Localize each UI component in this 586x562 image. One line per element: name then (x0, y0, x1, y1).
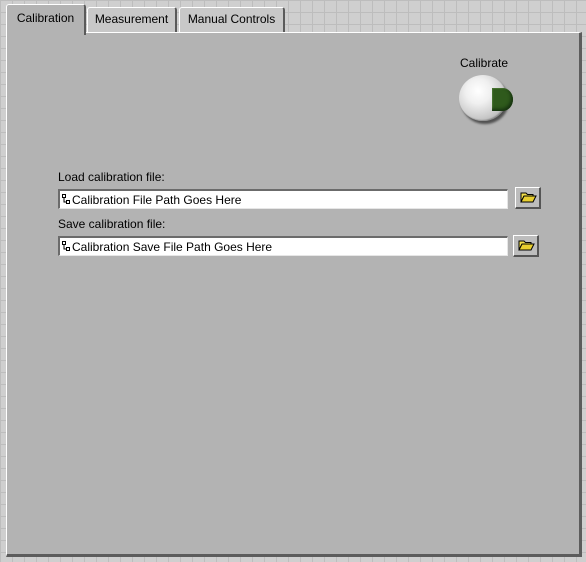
folder-open-icon (518, 240, 535, 251)
tab-label: Calibration (16, 11, 75, 25)
path-glyph-icon (62, 241, 70, 251)
save-browse-button[interactable] (513, 235, 539, 257)
tab-calibration[interactable]: Calibration (6, 4, 86, 35)
tab-label: Measurement (94, 12, 169, 26)
path-glyph-icon (62, 194, 70, 204)
tab-label: Manual Controls (187, 12, 276, 26)
load-browse-button[interactable] (515, 187, 541, 209)
load-calibration-path-input[interactable]: Calibration File Path Goes Here (58, 189, 508, 209)
calibrate-button[interactable] (459, 75, 513, 121)
load-calibration-path-value: Calibration File Path Goes Here (72, 193, 242, 207)
save-calibration-label: Save calibration file: (58, 217, 166, 231)
tab-measurement[interactable]: Measurement (87, 7, 177, 32)
tab-panel-calibration: Calibrate Load calibration file: Calibra… (6, 32, 582, 557)
led-indicator-icon (492, 88, 513, 111)
load-calibration-label: Load calibration file: (58, 170, 165, 184)
calibrate-label: Calibrate (459, 56, 509, 70)
tab-manual-controls[interactable]: Manual Controls (179, 7, 285, 32)
save-calibration-path-input[interactable]: Calibration Save File Path Goes Here (58, 236, 508, 256)
folder-open-icon (520, 192, 537, 203)
save-calibration-path-value: Calibration Save File Path Goes Here (72, 240, 273, 254)
